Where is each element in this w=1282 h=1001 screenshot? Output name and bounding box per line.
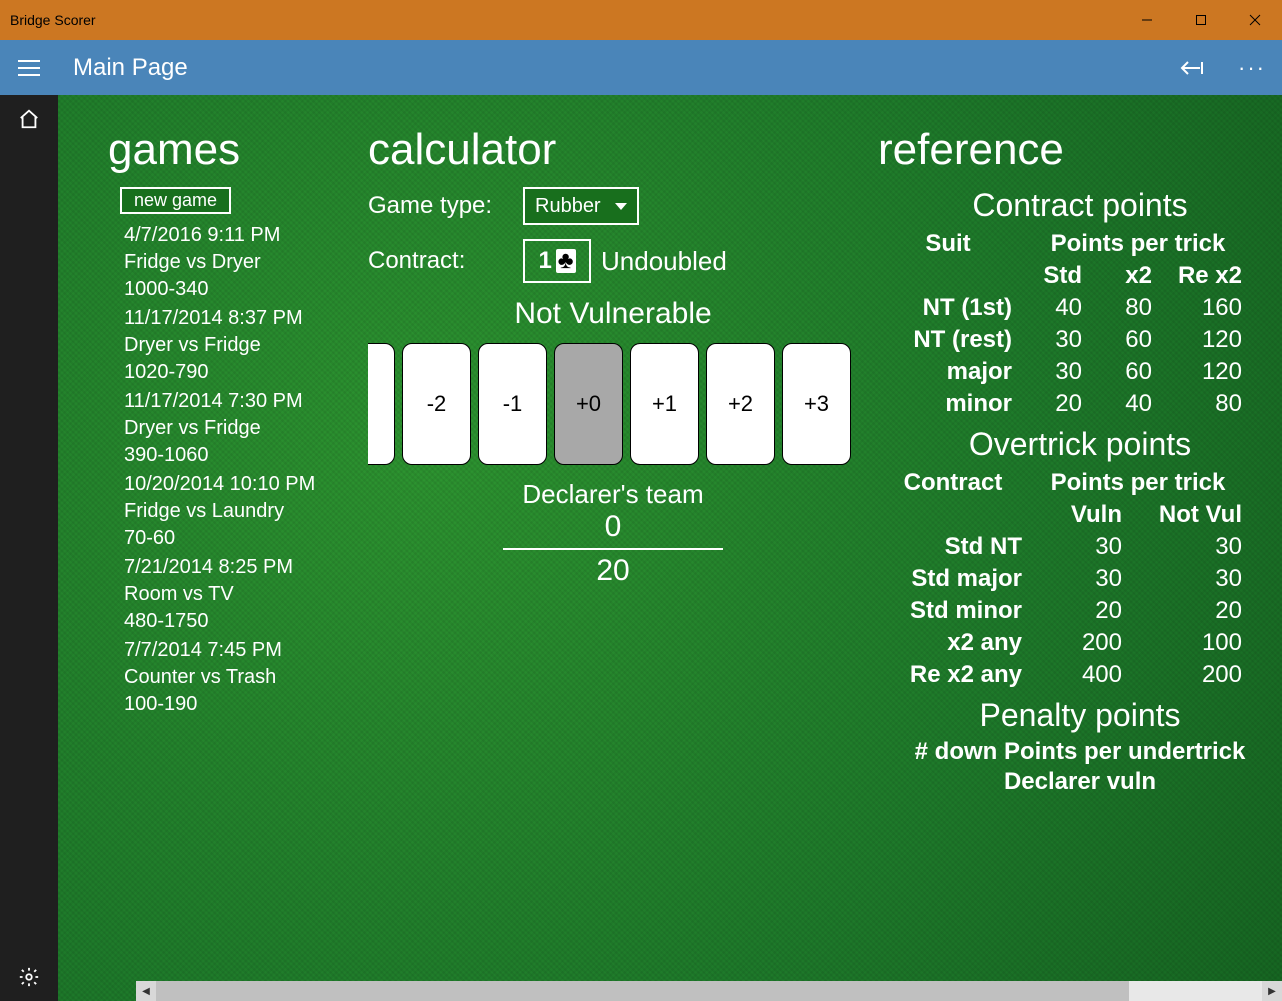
games-heading: games [108, 125, 358, 175]
trick-card[interactable]: +1 [630, 343, 699, 465]
window-controls [1120, 0, 1282, 40]
trick-cards-row: 3-2-1+0+1+2+3 [368, 343, 858, 465]
score-below-line: 20 [596, 554, 629, 588]
trick-card[interactable]: +2 [706, 343, 775, 465]
game-date: 7/7/2014 7:45 PM [124, 637, 358, 664]
window-title: Bridge Scorer [10, 12, 1120, 28]
trick-card[interactable]: -1 [478, 343, 547, 465]
close-button[interactable] [1228, 0, 1282, 40]
scroll-right-arrow[interactable]: ▶ [1262, 981, 1282, 1001]
new-game-button[interactable]: new game [120, 187, 231, 214]
game-teams: Dryer vs Fridge [124, 415, 358, 442]
game-list-item[interactable]: 7/7/2014 7:45 PM Counter vs Trash 100-19… [108, 637, 358, 718]
scroll-left-arrow[interactable]: ◀ [136, 981, 156, 1001]
game-teams: Counter vs Trash [124, 664, 358, 691]
game-type-label: Game type: [368, 192, 523, 220]
home-icon[interactable] [0, 95, 58, 143]
game-date: 7/21/2014 8:25 PM [124, 554, 358, 581]
penalty-points-title: Penalty points [878, 697, 1282, 734]
game-list-item[interactable]: 7/21/2014 8:25 PM Room vs TV 480-1750 [108, 554, 358, 635]
table-row: major 30 60 120 [878, 356, 1282, 388]
table-row: Std minor 20 20 [878, 595, 1282, 627]
settings-gear-icon[interactable] [0, 953, 58, 1001]
vulnerability-label[interactable]: Not Vulnerable [368, 297, 858, 331]
horizontal-scrollbar[interactable]: ◀ ▶ [136, 981, 1282, 1001]
back-arrow-button[interactable] [1172, 48, 1212, 88]
game-list-item[interactable]: 4/7/2016 9:11 PM Fridge vs Dryer 1000-34… [108, 222, 358, 303]
game-score: 70-60 [124, 525, 358, 552]
page-title: Main Page [58, 54, 1172, 82]
score-title: Declarer's team [522, 479, 703, 510]
game-score: 390-1060 [124, 442, 358, 469]
doubling-state[interactable]: Undoubled [601, 246, 727, 277]
contract-points-title: Contract points [878, 187, 1282, 224]
game-teams: Dryer vs Fridge [124, 332, 358, 359]
game-teams: Room vs TV [124, 581, 358, 608]
table-row: minor 20 40 80 [878, 388, 1282, 420]
game-type-dropdown[interactable]: Rubber [523, 187, 639, 225]
game-date: 4/7/2016 9:11 PM [124, 222, 358, 249]
col-header-suit: Suit [878, 228, 1018, 260]
calculator-panel: calculator Game type: Rubber Contract: 1… [358, 95, 868, 1001]
hamburger-menu-button[interactable] [0, 40, 58, 95]
trick-card[interactable]: +3 [782, 343, 851, 465]
game-score: 480-1750 [124, 608, 358, 635]
contract-level: 1 [538, 247, 551, 275]
calculator-heading: calculator [368, 125, 868, 175]
game-type-value: Rubber [535, 195, 601, 218]
more-options-button[interactable]: ··· [1232, 48, 1272, 88]
game-date: 10/20/2014 10:10 PM [124, 471, 358, 498]
table-row: Std NT 30 30 [878, 531, 1282, 563]
trick-card[interactable]: +0 [554, 343, 623, 465]
game-date: 11/17/2014 7:30 PM [124, 388, 358, 415]
games-panel: games new game 4/7/2016 9:11 PM Fridge v… [58, 95, 358, 1001]
game-list-item[interactable]: 10/20/2014 10:10 PM Fridge vs Laundry 70… [108, 471, 358, 552]
scroll-track[interactable] [156, 981, 1262, 1001]
game-score: 100-190 [124, 691, 358, 718]
game-date: 11/17/2014 8:37 PM [124, 305, 358, 332]
penalty-sub1: # down Points per undertrick [878, 738, 1282, 766]
scroll-thumb[interactable] [156, 981, 1129, 1001]
trick-card[interactable]: -2 [402, 343, 471, 465]
reference-panel: reference Contract points Suit Points pe… [868, 95, 1282, 1001]
game-teams: Fridge vs Dryer [124, 249, 358, 276]
trick-card[interactable]: 3 [368, 343, 395, 465]
game-teams: Fridge vs Laundry [124, 498, 358, 525]
table-row: Std major 30 30 [878, 563, 1282, 595]
overtrick-points-title: Overtrick points [878, 426, 1282, 463]
score-divider [503, 548, 723, 550]
club-suit-icon: ♣ [556, 249, 576, 273]
contract-selector[interactable]: 1 ♣ [523, 239, 591, 283]
game-list-item[interactable]: 11/17/2014 8:37 PM Dryer vs Fridge 1020-… [108, 305, 358, 386]
penalty-sub2: Declarer vuln [878, 768, 1282, 796]
overtrick-points-table: Contract Points per trick Vuln Not Vul S… [878, 467, 1282, 691]
score-block: Declarer's team 0 20 [368, 479, 858, 588]
contract-points-table: Suit Points per trick Std x2 Re x2 NT (1… [878, 228, 1282, 420]
table-row: x2 any 200 100 [878, 627, 1282, 659]
table-row: NT (rest) 30 60 120 [878, 324, 1282, 356]
game-score: 1020-790 [124, 359, 358, 386]
table-row: Re x2 any 400 200 [878, 659, 1282, 691]
minimize-button[interactable] [1120, 0, 1174, 40]
game-list-item[interactable]: 11/17/2014 7:30 PM Dryer vs Fridge 390-1… [108, 388, 358, 469]
reference-heading: reference [878, 125, 1282, 175]
contract-label: Contract: [368, 247, 523, 275]
col-header-contract: Contract [878, 467, 1028, 499]
window-titlebar: Bridge Scorer [0, 0, 1282, 40]
col-header-ppt: Points per trick [1018, 228, 1258, 260]
left-nav-rail [0, 95, 58, 1001]
chevron-down-icon [615, 203, 627, 210]
app-header: Main Page ··· [0, 40, 1282, 95]
score-above-line: 0 [605, 510, 622, 544]
game-score: 1000-340 [124, 276, 358, 303]
table-row: NT (1st) 40 80 160 [878, 292, 1282, 324]
maximize-button[interactable] [1174, 0, 1228, 40]
